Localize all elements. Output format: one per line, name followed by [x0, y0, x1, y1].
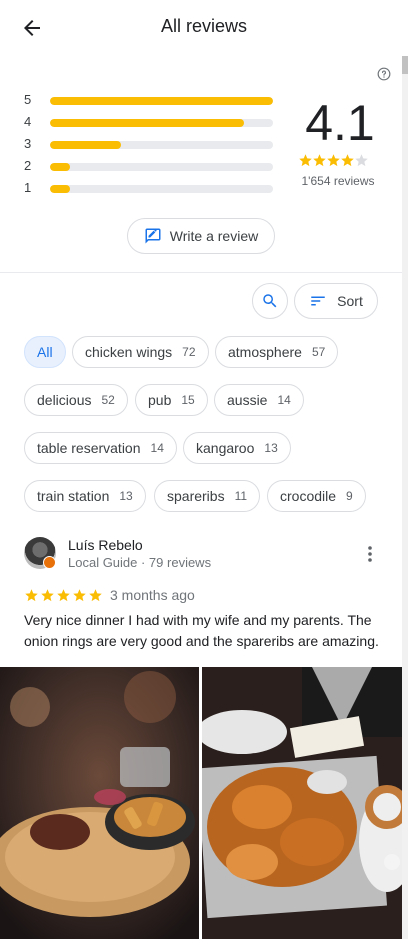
- local-guide-badge-icon: [43, 556, 56, 569]
- star-icon: [327, 154, 340, 167]
- topic-chip[interactable]: crocodile 9: [267, 480, 366, 512]
- section-divider: [0, 272, 402, 273]
- page-title: All reviews: [160, 16, 248, 36]
- total-review-count: 1'654 reviews: [301, 174, 375, 188]
- topic-count: 13: [119, 489, 133, 503]
- search-icon: [263, 294, 277, 308]
- topic-label: spareribs: [167, 488, 225, 504]
- help-icon[interactable]: [377, 67, 391, 81]
- review-photo[interactable]: [202, 667, 402, 939]
- scrollbar-track[interactable]: [402, 56, 408, 939]
- star-icon: [25, 589, 38, 602]
- rating-bar-fill: [50, 163, 71, 171]
- topic-chip[interactable]: delicious 52: [24, 384, 128, 416]
- rating-row-1: 1: [24, 180, 274, 202]
- rating-distribution: 5 4 3 2 1: [24, 92, 274, 202]
- rating-bar-track: [50, 97, 273, 105]
- rating-row-label: 2: [24, 158, 32, 173]
- rating-row-3: 3: [24, 136, 274, 158]
- review-photo-image: [0, 667, 199, 939]
- average-star-rating: [298, 153, 368, 169]
- review-text: Very nice dinner I had with my wife and …: [24, 612, 379, 649]
- rating-bar-fill: [50, 185, 71, 193]
- average-rating: 4.1: [305, 95, 375, 151]
- review-photo-image: [202, 667, 402, 939]
- more-options-icon[interactable]: [362, 545, 378, 563]
- rating-bar-fill: [50, 97, 273, 105]
- star-icon: [341, 154, 354, 167]
- review-author-meta: Local Guide · 79 reviews: [68, 555, 212, 570]
- rating-bar-track: [50, 185, 273, 193]
- topic-label: chicken wings: [85, 344, 173, 360]
- topic-count: 9: [346, 489, 353, 503]
- rating-row-5: 5: [24, 92, 274, 114]
- topic-chip[interactable]: aussie 14: [214, 384, 304, 416]
- rating-row-label: 4: [24, 114, 32, 129]
- topic-chip[interactable]: kangaroo 13: [183, 432, 291, 464]
- topic-label: train station: [37, 488, 110, 504]
- rating-bar-fill: [50, 119, 244, 127]
- topic-count: 11: [234, 489, 248, 503]
- rating-bar-track: [50, 163, 273, 171]
- topic-chip[interactable]: pub 15: [135, 384, 208, 416]
- topic-label: atmosphere: [228, 344, 302, 360]
- topic-label: pub: [148, 392, 172, 408]
- header: All reviews: [0, 0, 408, 56]
- topic-count: 14: [150, 441, 164, 455]
- topic-chip[interactable]: train station 13: [24, 480, 146, 512]
- rating-row-label: 1: [24, 180, 32, 195]
- sort-label: Sort: [337, 293, 363, 309]
- star-icon: [355, 154, 368, 167]
- topic-count: 14: [277, 393, 291, 407]
- topic-label: delicious: [37, 392, 92, 408]
- write-review-button[interactable]: Write a review: [127, 218, 275, 254]
- topic-count: 15: [181, 393, 195, 407]
- rating-bar-track: [50, 141, 273, 149]
- topic-chip[interactable]: atmosphere 57: [215, 336, 339, 368]
- star-icon: [313, 154, 326, 167]
- star-icon: [41, 589, 54, 602]
- topic-label: table reservation: [37, 440, 141, 456]
- star-icon: [299, 154, 312, 167]
- rating-row-label: 3: [24, 136, 32, 151]
- sort-button[interactable]: Sort: [294, 283, 378, 319]
- topic-chip-all[interactable]: All: [24, 336, 66, 368]
- topic-label: All: [37, 344, 53, 360]
- search-reviews-button[interactable]: [252, 283, 288, 319]
- topic-count: 13: [264, 441, 278, 455]
- scrollbar-thumb[interactable]: [402, 56, 408, 74]
- sort-icon: [311, 296, 325, 306]
- star-icon: [57, 589, 70, 602]
- topic-chip[interactable]: table reservation 14: [24, 432, 177, 464]
- review-star-rating: [24, 588, 104, 604]
- write-review-label: Write a review: [169, 228, 259, 244]
- topic-label: crocodile: [280, 488, 337, 504]
- rating-row-4: 4: [24, 114, 274, 136]
- star-icon: [89, 589, 102, 602]
- write-review-icon: [145, 228, 161, 244]
- review-photo[interactable]: [0, 667, 199, 939]
- star-icon: [73, 589, 86, 602]
- topic-label: kangaroo: [196, 440, 255, 456]
- topic-label: aussie: [227, 392, 268, 408]
- rating-row-2: 2: [24, 158, 274, 180]
- topic-chip[interactable]: chicken wings 72: [72, 336, 209, 368]
- topic-chip[interactable]: spareribs 11: [154, 480, 261, 512]
- topic-count: 57: [311, 345, 326, 359]
- review-time: 3 months ago: [110, 587, 195, 603]
- review-author[interactable]: Luís Rebelo: [68, 537, 143, 553]
- rating-bar-track: [50, 119, 273, 127]
- topic-count: 72: [182, 345, 196, 359]
- rating-row-label: 5: [24, 92, 32, 107]
- topic-count: 52: [101, 393, 115, 407]
- rating-bar-fill: [50, 141, 122, 149]
